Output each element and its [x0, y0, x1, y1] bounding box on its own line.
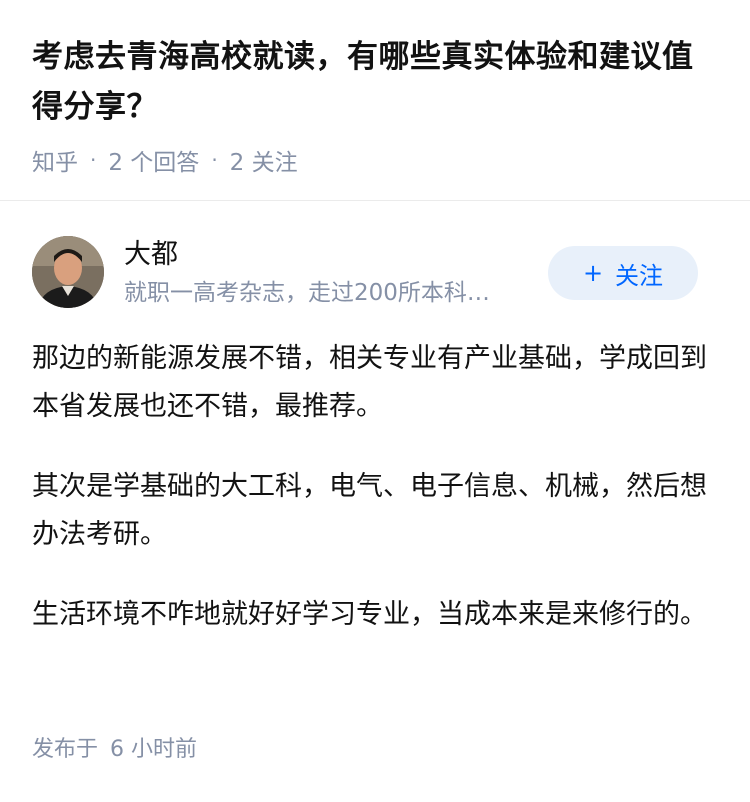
meta-separator: ·: [90, 148, 97, 172]
answer-paragraph: 那边的新能源发展不错，相关专业有产业基础，学成回到本省发展也还不错，最推荐。: [32, 343, 707, 422]
source-label[interactable]: 知乎: [32, 143, 78, 177]
avatar[interactable]: [32, 236, 104, 308]
author-bio: 就职一高考杂志，走过200所本科…: [124, 280, 490, 306]
follow-label: 关注: [615, 261, 664, 290]
answer-paragraph: 生活环境不咋地就好好学习专业，当成本来是来修行的。: [32, 599, 707, 630]
published-time: 6 小时前: [110, 737, 198, 762]
author-row: 大都 就职一高考杂志，走过200所本科… + 关注: [32, 236, 698, 308]
question-header: 考虑去青海高校就读，有哪些真实体验和建议值得分享？: [32, 32, 722, 132]
answer-paragraph: 其次是学基础的大工科，电气、电子信息、机械，然后想办法考研。: [32, 471, 707, 550]
meta-separator: ·: [211, 148, 218, 172]
divider: [0, 200, 750, 201]
published-label: 发布于: [32, 737, 99, 762]
answer-content: 那边的新能源发展不错，相关专业有产业基础，学成回到本省发展也还不错，最推荐。 其…: [32, 335, 712, 671]
answer-count[interactable]: 2 个回答: [108, 143, 199, 177]
follower-count[interactable]: 2 关注: [230, 143, 298, 177]
follow-button[interactable]: + 关注: [548, 246, 698, 300]
publish-time: 发布于 6 小时前: [32, 734, 197, 766]
avatar-image: [32, 236, 104, 308]
question-meta: 知乎 · 2 个回答 · 2 关注: [32, 140, 298, 180]
question-title[interactable]: 考虑去青海高校就读，有哪些真实体验和建议值得分享？: [32, 32, 722, 132]
author-name[interactable]: 大都: [124, 238, 178, 272]
plus-icon: +: [582, 259, 604, 287]
